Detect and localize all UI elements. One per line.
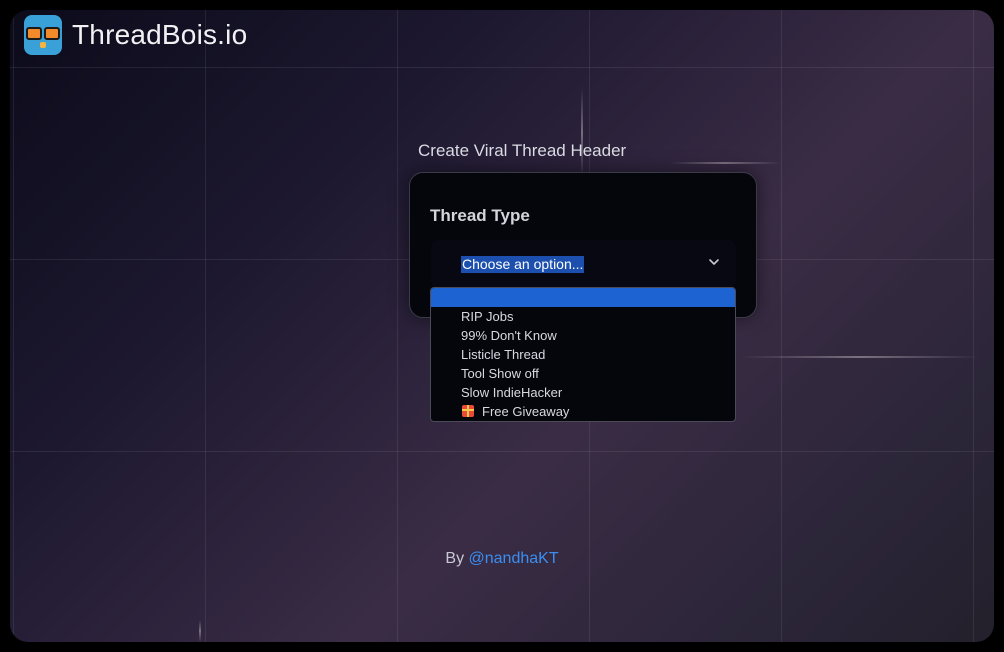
- brand[interactable]: ThreadBois.io: [24, 15, 247, 55]
- footer-credit: By @nandhaKT: [10, 550, 994, 568]
- gift-icon: [462, 405, 474, 417]
- dropdown-option-free-giveaway[interactable]: Free Giveaway: [431, 402, 735, 421]
- dropdown-option-label: Free Giveaway: [482, 404, 570, 419]
- footer-prefix: By: [445, 550, 465, 567]
- dropdown-option-empty[interactable]: [431, 288, 735, 307]
- thread-type-select[interactable]: Choose an option...: [431, 240, 736, 288]
- section-title: Create Viral Thread Header: [418, 141, 627, 160]
- author-link[interactable]: @nandhaKT: [469, 550, 559, 567]
- app-window: ThreadBois.io Create Viral Thread Header…: [10, 10, 994, 642]
- dropdown-option-rip-jobs[interactable]: RIP Jobs: [431, 307, 735, 326]
- thread-type-dropdown: RIP Jobs 99% Don't Know Listicle Thread …: [430, 287, 736, 422]
- select-current-value: Choose an option...: [461, 256, 585, 273]
- brand-name: ThreadBois.io: [72, 19, 248, 50]
- dropdown-option-99-dont-know[interactable]: 99% Don't Know: [431, 326, 735, 345]
- grid-glow-line: [670, 162, 780, 164]
- thread-type-label: Thread Type: [430, 206, 530, 225]
- chevron-down-icon: [709, 259, 719, 265]
- dropdown-option-tool-show-off[interactable]: Tool Show off: [431, 364, 735, 383]
- grid-glow-line: [199, 620, 201, 642]
- dropdown-option-slow-indiehacker[interactable]: Slow IndieHacker: [431, 383, 735, 402]
- grid-glow-line: [740, 356, 980, 358]
- dropdown-option-listicle-thread[interactable]: Listicle Thread: [431, 345, 735, 364]
- grid-glow-line: [581, 88, 583, 178]
- owl-logo-icon: [24, 15, 62, 55]
